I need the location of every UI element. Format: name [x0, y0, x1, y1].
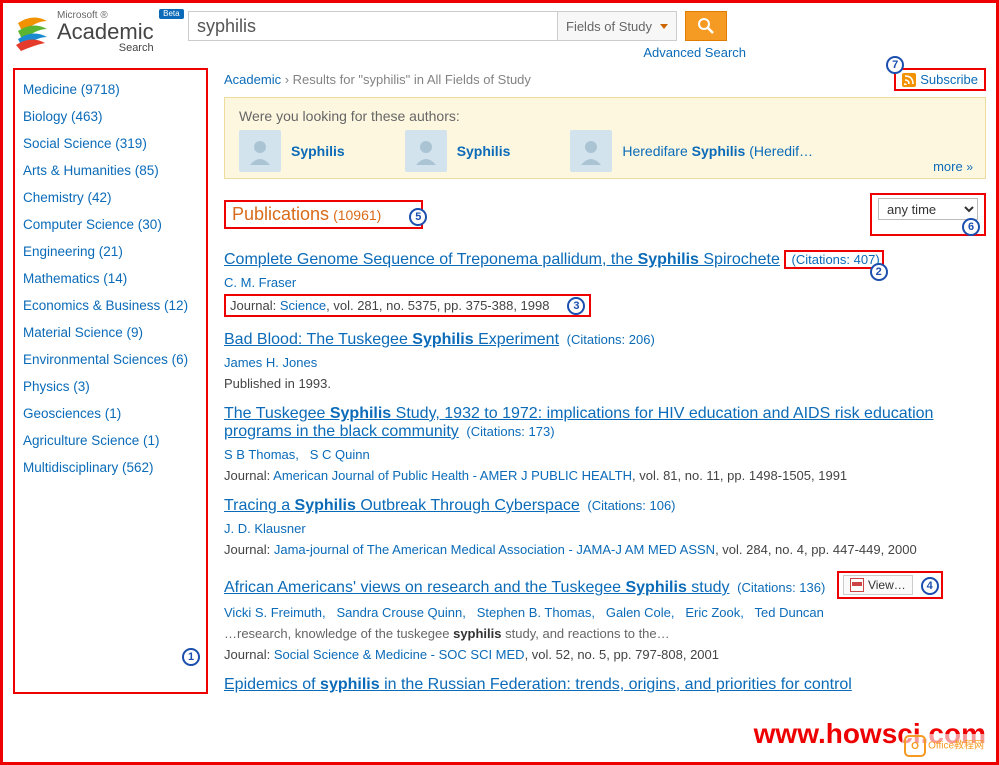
rss-icon [902, 73, 916, 87]
result-citations[interactable]: (Citations: 136) [737, 580, 825, 595]
fields-sidebar: Medicine (9718) Biology (463) Social Sci… [13, 68, 208, 694]
time-filter-select[interactable]: any time [878, 198, 978, 220]
advanced-search-link[interactable]: Advanced Search [643, 45, 746, 60]
breadcrumb: Academic › Results for "syphilis" in All… [224, 72, 531, 87]
result-snippet: …research, knowledge of the tuskegee syp… [224, 626, 986, 641]
sidebar-item[interactable]: Medicine (9718) [23, 76, 198, 103]
result-authors: James H. Jones [224, 355, 986, 370]
annotation-badge-3: 3 [567, 297, 585, 315]
journal-link[interactable]: Social Science & Medicine - SOC SCI MED [274, 647, 525, 662]
result-citations[interactable]: (Citations: 106) [587, 498, 675, 513]
author-link[interactable]: Eric Zook [685, 605, 740, 620]
avatar-icon [405, 130, 447, 172]
result-title[interactable]: The Tuskegee Syphilis Study, 1932 to 197… [224, 405, 933, 440]
search-result: Epidemics of syphilis in the Russian Fed… [224, 676, 986, 694]
logo[interactable]: Microsoft ® Academic Search Beta [13, 11, 178, 54]
avatar-icon [239, 130, 281, 172]
sidebar-item[interactable]: Mathematics (14) [23, 265, 198, 292]
logo-icon [13, 11, 51, 54]
subscribe-link[interactable]: Subscribe [920, 72, 978, 87]
journal-link[interactable]: American Journal of Public Health - AMER… [273, 468, 632, 483]
author-link[interactable]: C. M. Fraser [224, 275, 296, 290]
sidebar-item[interactable]: Economics & Business (12) [23, 292, 198, 319]
result-authors: J. D. Klausner [224, 521, 986, 536]
search-result: Complete Genome Sequence of Treponema pa… [224, 250, 986, 317]
search-result: African Americans' views on research and… [224, 571, 986, 662]
author-link[interactable]: Ted Duncan [755, 605, 824, 620]
result-title[interactable]: Epidemics of syphilis in the Russian Fed… [224, 676, 852, 693]
result-journal: Journal: Jama-journal of The American Me… [224, 542, 986, 557]
search-result: Bad Blood: The Tuskegee Syphilis Experim… [224, 331, 986, 391]
result-journal: Journal: Science, vol. 281, no. 5375, pp… [230, 298, 549, 313]
result-journal: Journal: Social Science & Medicine - SOC… [224, 647, 986, 662]
avatar-icon [570, 130, 612, 172]
author-link[interactable]: S C Quinn [310, 447, 370, 462]
author-suggestion[interactable]: Syphilis [239, 130, 345, 172]
author-link[interactable]: James H. Jones [224, 355, 317, 370]
more-authors-link[interactable]: more » [933, 159, 973, 174]
beta-badge: Beta [159, 9, 183, 19]
view-pdf-button[interactable]: View… [843, 575, 913, 595]
sidebar-item[interactable]: Biology (463) [23, 103, 198, 130]
publications-count: (10961) [333, 207, 381, 223]
office-logo-icon: O [904, 735, 926, 757]
sidebar-item[interactable]: Geosciences (1) [23, 400, 198, 427]
journal-link[interactable]: Jama-journal of The American Medical Ass… [274, 542, 715, 557]
publications-heading: Publications [232, 204, 329, 225]
result-citations[interactable]: (Citations: 407) [792, 252, 880, 267]
author-link[interactable]: S B Thomas [224, 447, 295, 462]
chevron-down-icon: » [966, 160, 973, 174]
annotation-badge-4: 4 [921, 577, 939, 595]
watermark-sub: OOffice教程网 [902, 734, 986, 758]
author-link[interactable]: Vicki S. Freimuth [224, 605, 322, 620]
result-title[interactable]: Tracing a Syphilis Outbreak Through Cybe… [224, 497, 580, 514]
search-result: Tracing a Syphilis Outbreak Through Cybe… [224, 497, 986, 557]
author-link[interactable]: Sandra Crouse Quinn [336, 605, 462, 620]
fields-label: Fields of Study [566, 19, 652, 34]
pdf-icon [850, 578, 864, 592]
result-authors: S B Thomas, S C Quinn [224, 447, 986, 462]
result-title[interactable]: Complete Genome Sequence of Treponema pa… [224, 251, 780, 268]
search-icon [697, 17, 715, 35]
chevron-down-icon [660, 24, 668, 29]
logo-academic: Academic [57, 21, 154, 43]
result-journal: Journal: American Journal of Public Heal… [224, 468, 986, 483]
sidebar-item[interactable]: Computer Science (30) [23, 211, 198, 238]
sidebar-item[interactable]: Physics (3) [23, 373, 198, 400]
result-title[interactable]: African Americans' views on research and… [224, 579, 730, 596]
sidebar-item[interactable]: Agriculture Science (1) [23, 427, 198, 454]
search-input[interactable] [188, 11, 558, 41]
annotation-badge-7: 7 [886, 56, 904, 74]
annotation-badge-1: 1 [182, 648, 200, 666]
search-button[interactable] [685, 11, 727, 41]
result-citations[interactable]: (Citations: 206) [567, 332, 655, 347]
journal-link[interactable]: Science [280, 298, 326, 313]
search-result: The Tuskegee Syphilis Study, 1932 to 197… [224, 405, 986, 483]
sidebar-item[interactable]: Environmental Sciences (6) [23, 346, 198, 373]
annotation-badge-6: 6 [962, 218, 980, 236]
annotation-badge-2: 2 [870, 263, 888, 281]
annotation-badge-5: 5 [409, 208, 427, 226]
breadcrumb-rest: Results for "syphilis" in All Fields of … [293, 72, 531, 87]
did-you-mean-box: Were you looking for these authors: Syph… [224, 97, 986, 179]
sidebar-item[interactable]: Chemistry (42) [23, 184, 198, 211]
sidebar-item[interactable]: Social Science (319) [23, 130, 198, 157]
result-published: Published in 1993. [224, 376, 986, 391]
result-title[interactable]: Bad Blood: The Tuskegee Syphilis Experim… [224, 331, 559, 348]
author-link[interactable]: J. D. Klausner [224, 521, 306, 536]
sidebar-item[interactable]: Engineering (21) [23, 238, 198, 265]
fields-of-study-dropdown[interactable]: Fields of Study [557, 11, 677, 41]
did-you-mean-question: Were you looking for these authors: [239, 108, 971, 124]
author-link[interactable]: Stephen B. Thomas [477, 605, 592, 620]
sidebar-item[interactable]: Material Science (9) [23, 319, 198, 346]
author-suggestion[interactable]: Heredifare Syphilis (Heredif… [570, 130, 813, 172]
author-suggestion[interactable]: Syphilis [405, 130, 511, 172]
result-citations[interactable]: (Citations: 173) [466, 424, 554, 439]
result-authors: Vicki S. Freimuth, Sandra Crouse Quinn, … [224, 605, 986, 620]
breadcrumb-root[interactable]: Academic [224, 72, 281, 87]
logo-search: Search [57, 43, 154, 54]
sidebar-item[interactable]: Multidisciplinary (562) [23, 454, 198, 481]
author-link[interactable]: Galen Cole [606, 605, 671, 620]
sidebar-item[interactable]: Arts & Humanities (85) [23, 157, 198, 184]
